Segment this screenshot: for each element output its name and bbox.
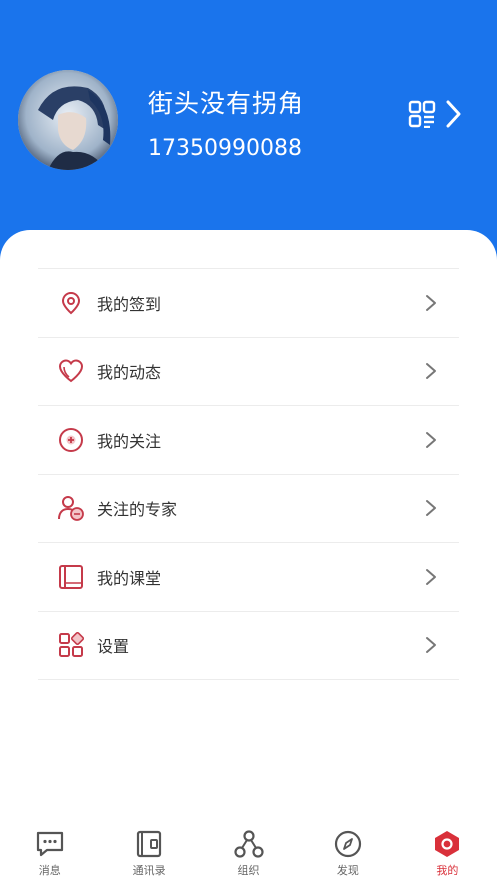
chevron-right-icon <box>426 363 436 380</box>
tab-contacts[interactable]: 通讯录 <box>99 818 198 883</box>
chevron-right-icon <box>426 568 436 585</box>
tab-discover[interactable]: 发现 <box>298 818 397 883</box>
bottom-tab-bar: 消息 通讯录 组织 发现 我的 <box>0 818 497 883</box>
heart-icon <box>56 356 86 386</box>
menu-item-label: 我的课堂 <box>97 568 162 588</box>
tab-label: 我的 <box>436 864 459 877</box>
expert-user-icon <box>56 493 86 523</box>
location-pin-icon <box>56 288 86 318</box>
avatar-image <box>18 70 118 170</box>
menu-item-label: 我的关注 <box>97 431 162 451</box>
chevron-right-icon <box>426 431 436 448</box>
tab-messages[interactable]: 消息 <box>0 818 99 883</box>
menu-item-following[interactable]: 我的关注 <box>38 406 459 475</box>
settings-grid-icon <box>56 630 86 660</box>
menu-card: 我的签到 我的动态 我的关注 关注的专家 我的课堂 设置 <box>0 230 497 810</box>
organization-icon <box>233 828 265 860</box>
qr-code-icon <box>408 100 436 128</box>
tab-label: 通讯录 <box>132 864 166 877</box>
contacts-icon <box>133 828 165 860</box>
qr-code-button[interactable] <box>408 96 464 132</box>
avatar[interactable] <box>18 70 118 170</box>
menu-item-label: 我的签到 <box>97 294 162 314</box>
compass-icon <box>332 828 364 860</box>
menu-item-checkin[interactable]: 我的签到 <box>38 269 459 338</box>
book-icon <box>56 562 86 592</box>
chevron-right-icon <box>446 100 461 128</box>
menu-item-experts[interactable]: 关注的专家 <box>38 475 459 543</box>
tab-label: 组织 <box>237 864 260 877</box>
chevron-right-icon <box>426 294 436 311</box>
tab-me[interactable]: 我的 <box>398 818 497 883</box>
username: 街头没有拐角 <box>148 89 305 118</box>
menu-item-label: 我的动态 <box>97 363 162 383</box>
phone-number: 17350990088 <box>148 136 302 161</box>
menu-item-label: 设置 <box>97 637 130 657</box>
menu-item-moments[interactable]: 我的动态 <box>38 338 459 406</box>
plus-circle-icon <box>56 425 86 455</box>
profile-hexagon-icon <box>431 828 463 860</box>
menu-list: 我的签到 我的动态 我的关注 关注的专家 我的课堂 设置 <box>38 268 459 680</box>
menu-item-settings[interactable]: 设置 <box>38 612 459 680</box>
chevron-right-icon <box>426 637 436 654</box>
chevron-right-icon <box>426 500 436 517</box>
tab-label: 消息 <box>38 864 61 877</box>
message-icon <box>34 828 66 860</box>
menu-item-label: 关注的专家 <box>97 500 178 520</box>
tab-organization[interactable]: 组织 <box>199 818 298 883</box>
tab-label: 发现 <box>336 864 359 877</box>
menu-item-classroom[interactable]: 我的课堂 <box>38 543 459 612</box>
